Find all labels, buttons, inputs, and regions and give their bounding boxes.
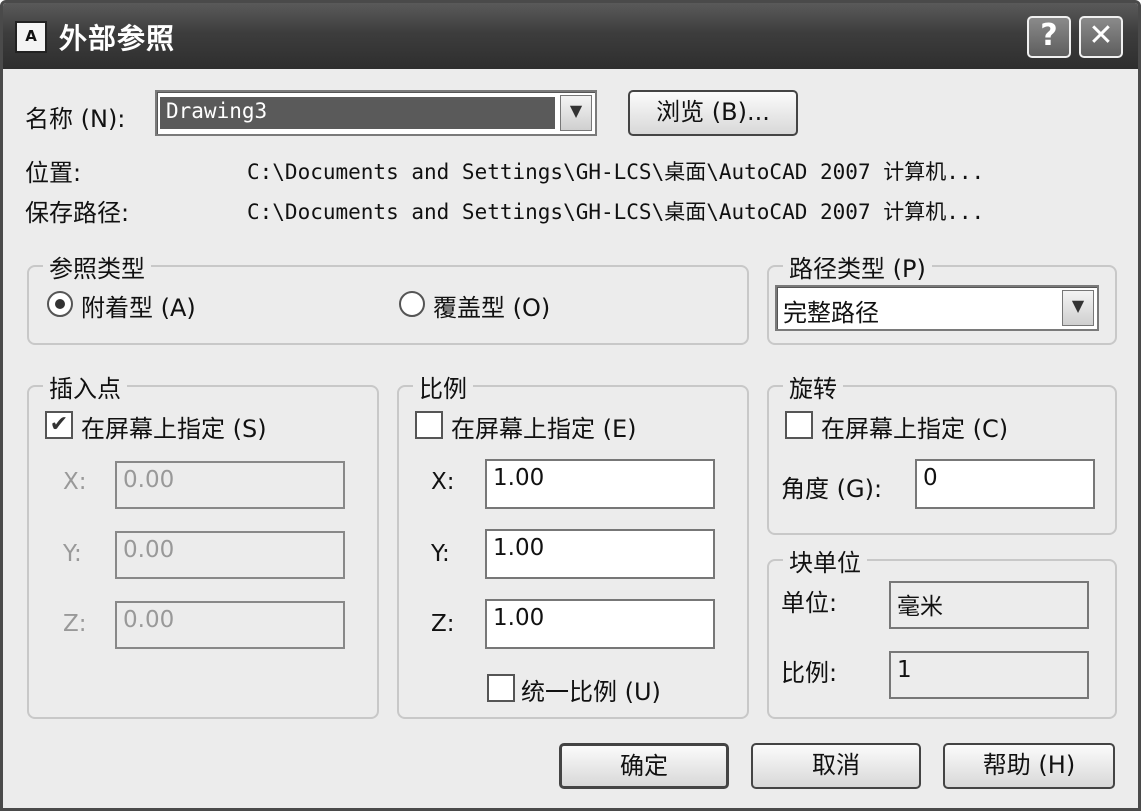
overlay-radio[interactable]	[399, 291, 425, 317]
saved-path-label: 保存路径:	[25, 199, 130, 227]
uniform-scale-label: 统一比例 (U)	[521, 678, 661, 706]
factor-value: 1	[889, 651, 1089, 699]
close-icon-button[interactable]: ✕	[1079, 16, 1123, 58]
angle-label: 角度 (G):	[781, 475, 883, 503]
scale-x-label: X:	[431, 469, 455, 495]
angle-input[interactable]: 0	[915, 459, 1095, 509]
uniform-scale-checkbox[interactable]	[487, 674, 515, 702]
insertion-z-label: Z:	[63, 611, 87, 637]
scale-specify-label: 在屏幕上指定 (E)	[451, 415, 637, 443]
ok-button[interactable]: 确定	[559, 743, 729, 789]
attachment-radio[interactable]	[47, 291, 73, 317]
path-type-dropdown[interactable]: 完整路径 ▼	[775, 285, 1099, 331]
scale-specify-checkbox[interactable]	[415, 411, 443, 439]
scale-z-label: Z:	[431, 611, 455, 637]
autocad-icon: A	[15, 21, 47, 53]
insertion-point-title: 插入点	[43, 369, 127, 404]
attachment-label[interactable]: 附着型 (A)	[81, 288, 196, 323]
rotation-title: 旋转	[783, 369, 843, 404]
chevron-down-icon[interactable]: ▼	[1062, 290, 1094, 326]
browse-button[interactable]: 浏览 (B)...	[628, 90, 798, 136]
reference-type-title: 参照类型	[43, 249, 151, 284]
location-label: 位置:	[25, 159, 82, 187]
insertion-z-input[interactable]: 0.00	[115, 601, 345, 649]
scale-z-input[interactable]: 1.00	[485, 599, 715, 649]
overlay-label[interactable]: 覆盖型 (O)	[433, 288, 550, 323]
scale-title: 比例	[413, 369, 473, 404]
unit-label: 单位:	[781, 589, 838, 617]
name-label: 名称 (N):	[25, 105, 126, 133]
help-button[interactable]: 帮助 (H)	[943, 743, 1115, 789]
external-reference-dialog: A 外部参照 ? ✕ 名称 (N): Drawing3 ▼ 浏览 (B)... …	[0, 0, 1141, 811]
unit-value: 毫米	[889, 581, 1089, 629]
scale-y-input[interactable]: 1.00	[485, 529, 715, 579]
insertion-specify-label: 在屏幕上指定 (S)	[81, 415, 267, 443]
insertion-y-label: Y:	[63, 541, 82, 567]
help-icon-button[interactable]: ?	[1027, 16, 1071, 58]
name-value: Drawing3	[160, 97, 555, 129]
insertion-x-input[interactable]: 0.00	[115, 461, 345, 509]
rotation-specify-checkbox[interactable]	[785, 411, 813, 439]
path-type-title: 路径类型 (P)	[783, 249, 932, 284]
scale-x-input[interactable]: 1.00	[485, 459, 715, 509]
factor-label: 比例:	[781, 659, 838, 687]
scale-y-label: Y:	[431, 541, 450, 567]
title-bar[interactable]: A 外部参照 ? ✕	[3, 3, 1138, 69]
path-type-value: 完整路径	[783, 299, 879, 327]
location-value: C:\Documents and Settings\GH-LCS\桌面\Auto…	[247, 160, 985, 184]
insertion-x-label: X:	[63, 469, 87, 495]
rotation-specify-label: 在屏幕上指定 (C)	[821, 415, 1009, 443]
dialog-title: 外部参照	[59, 22, 176, 55]
name-dropdown[interactable]: Drawing3 ▼	[155, 90, 597, 136]
insertion-y-input[interactable]: 0.00	[115, 531, 345, 579]
block-unit-title: 块单位	[783, 543, 867, 578]
cancel-button[interactable]: 取消	[751, 743, 921, 789]
insertion-specify-checkbox[interactable]: ✔	[45, 411, 73, 439]
saved-path-value: C:\Documents and Settings\GH-LCS\桌面\Auto…	[247, 200, 985, 224]
chevron-down-icon[interactable]: ▼	[560, 95, 592, 131]
